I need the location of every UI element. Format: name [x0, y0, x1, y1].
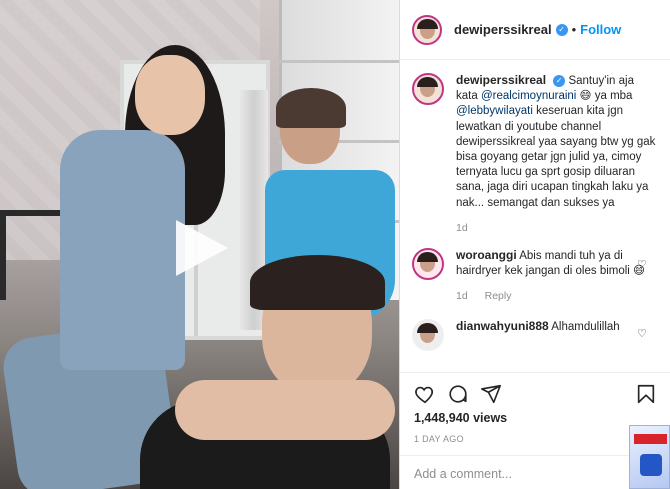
heart-icon[interactable]: ♡	[637, 258, 647, 271]
cabinet-shelf	[279, 60, 399, 63]
play-icon[interactable]	[176, 220, 228, 276]
caption-text: 😄 ya mba	[576, 90, 633, 103]
view-count[interactable]: 1,448,940 views	[414, 411, 507, 425]
heart-icon[interactable]: ♡	[637, 327, 647, 340]
mention-link[interactable]: @realcimoynuraini	[481, 90, 576, 102]
comment-author[interactable]: dianwahyuni888	[456, 319, 549, 333]
avatar[interactable]	[412, 14, 442, 45]
caption-body: dewiperssikreal ✓ Santuy'in aja kata @re…	[456, 73, 656, 236]
separator-dot: •	[571, 22, 577, 37]
comment-item: woroanggi Abis mandi tuh ya di hairdryer…	[412, 248, 659, 305]
comment-item: dianwahyuni888 Alhamdulillah ♡	[412, 318, 659, 351]
username-link[interactable]: dewiperssikreal	[454, 22, 552, 37]
person-body	[60, 130, 185, 370]
verified-icon: ✓	[553, 74, 566, 87]
action-bar	[400, 372, 670, 410]
person-face	[135, 55, 205, 135]
comment-icon[interactable]	[447, 383, 469, 405]
person-hair	[276, 88, 346, 128]
heart-icon[interactable]	[414, 383, 436, 405]
comment-time[interactable]: 1d	[456, 290, 468, 302]
avatar[interactable]	[412, 318, 444, 351]
mention-link[interactable]: @lebbywilayati	[456, 105, 533, 117]
comment-body: dianwahyuni888 Alhamdulillah	[456, 319, 656, 351]
reply-button[interactable]: Reply	[485, 290, 512, 302]
post-video[interactable]	[0, 0, 399, 489]
share-icon[interactable]	[480, 383, 502, 405]
caption-author[interactable]: dewiperssikreal	[456, 73, 546, 87]
caption-text: keseruan kita jgn lewatkan di youtube ch…	[456, 105, 656, 209]
comment-meta: 1d Reply	[456, 289, 656, 304]
bookmark-icon[interactable]	[635, 383, 657, 405]
comment-body: woroanggi Abis mandi tuh ya di hairdryer…	[456, 248, 656, 305]
post-date[interactable]: 1 DAY AGO	[414, 434, 464, 444]
caption-meta: 1d	[456, 221, 656, 236]
caption-time[interactable]: 1d	[456, 222, 468, 234]
post-header: dewiperssikreal ✓ • Follow	[400, 0, 670, 60]
ad-thumbnail[interactable]	[629, 425, 670, 489]
person-hair	[250, 255, 385, 310]
caption: dewiperssikreal ✓ Santuy'in aja kata @re…	[412, 73, 659, 236]
comment-text: Alhamdulillah	[551, 320, 620, 333]
follow-button[interactable]: Follow	[580, 22, 621, 37]
comments-list[interactable]: dewiperssikreal ✓ Santuy'in aja kata @re…	[400, 61, 670, 372]
avatar[interactable]	[412, 248, 444, 281]
person-hands	[175, 380, 395, 440]
verified-icon: ✓	[555, 23, 568, 36]
post-side-panel: dewiperssikreal ✓ • Follow dewiperssikre…	[399, 0, 670, 489]
comment-author[interactable]: woroanggi	[456, 248, 517, 262]
avatar[interactable]	[412, 73, 444, 105]
